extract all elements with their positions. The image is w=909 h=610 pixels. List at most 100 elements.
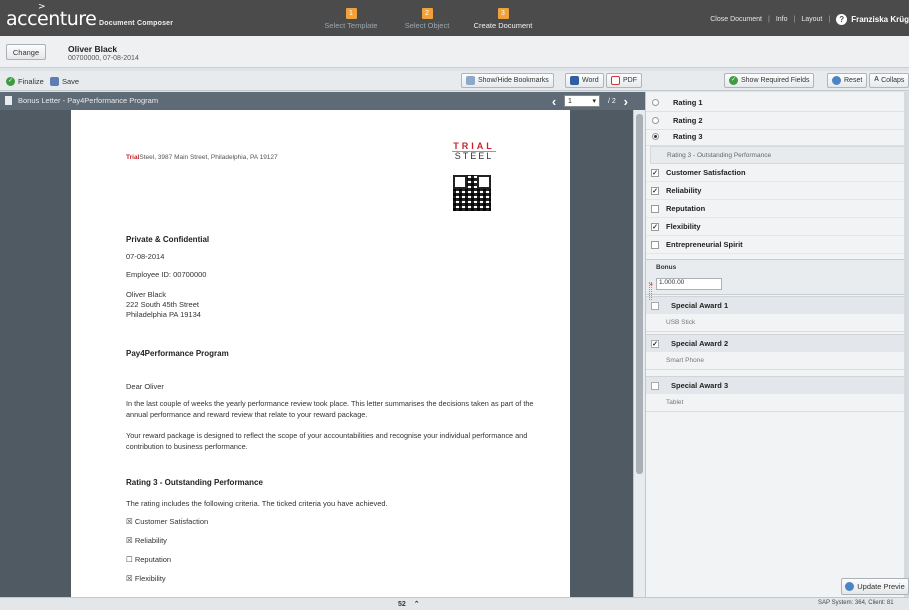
checkbox[interactable] [651, 381, 659, 390]
special-award-1[interactable]: Special Award 1 [646, 296, 904, 314]
user-help-icon[interactable]: ? [836, 13, 848, 25]
change-button[interactable]: Change [6, 44, 46, 60]
pdf-button[interactable]: PDF [606, 73, 642, 88]
app-header: > accenture Document Composer 1 Select T… [0, 0, 909, 36]
document-viewer[interactable]: TrialSteel, 3987 Main Street, Philadelph… [0, 110, 633, 597]
program-heading: Pay4Performance Program [126, 349, 229, 358]
letter-date: 07-08-2014 [126, 252, 165, 261]
show-hide-bookmarks-button[interactable]: Show/Hide Bookmarks [461, 73, 554, 88]
rating-text: The rating includes the following criter… [126, 499, 388, 508]
divider: | [828, 15, 831, 23]
special-award-3[interactable]: Special Award 3 [646, 376, 904, 394]
next-page-icon[interactable]: › [620, 94, 632, 109]
criteria-reliability[interactable]: ✓ Reliability [646, 182, 904, 200]
step-select-template[interactable]: 1 Select Template [314, 8, 388, 30]
scrollbar-thumb[interactable] [636, 114, 643, 474]
rating-option-3[interactable]: Rating 3 [646, 128, 904, 146]
rating-heading: Rating 3 - Outstanding Performance [126, 478, 263, 487]
document-page: TrialSteel, 3987 Main Street, Philadelph… [71, 110, 570, 597]
bonus-label: Bonus [656, 264, 677, 271]
chevron-down-icon: ▾ [592, 98, 596, 105]
addr-city: Philadelphia PA 19134 [126, 310, 201, 319]
user-name[interactable]: Franziska Krüg [851, 15, 909, 24]
checkbox[interactable]: ✓ [651, 339, 659, 348]
paragraph-1: In the last couple of weeks the yearly p… [126, 399, 534, 419]
criteria-item: ☒ Reliability [126, 536, 167, 545]
document-title: Bonus Letter - Pay4Performance Program [18, 96, 159, 105]
criteria-reputation[interactable]: Reputation [646, 200, 904, 218]
save-button[interactable]: Save [50, 74, 79, 88]
step-create-document[interactable]: 3 Create Document [464, 8, 542, 30]
addr-street: 222 South 45th Street [126, 300, 199, 309]
check-icon: ✓ [729, 76, 738, 85]
recipient-bar: Change Oliver Black 00700000, 07-08-2014 [0, 36, 909, 68]
checkbox[interactable]: ✓ [651, 186, 659, 195]
app-subtitle: Document Composer [99, 20, 174, 27]
special-award-2[interactable]: ✓ Special Award 2 [646, 334, 904, 352]
checkbox-icon: ☒ [126, 517, 133, 526]
recipient-name: Oliver Black [68, 44, 118, 54]
reset-button[interactable]: Reset [827, 73, 868, 88]
field-panel: Rating 1 Rating 2 Rating 3 Rating 3 - Ou… [645, 92, 904, 597]
collapse-button[interactable]: A Collaps [869, 73, 909, 88]
checkbox[interactable]: ✓ [651, 168, 659, 177]
layout-link[interactable]: Layout [801, 16, 822, 23]
rating-option-1[interactable]: Rating 1 [646, 94, 904, 112]
check-icon: ✓ [6, 76, 15, 86]
word-icon [570, 76, 579, 85]
special-award-1-item: USB Stick [646, 314, 904, 332]
checkbox-icon: ☒ [126, 574, 133, 583]
document-icon [5, 96, 12, 105]
radio-button[interactable] [652, 133, 659, 140]
page-select[interactable]: 1 ▾ [564, 95, 600, 107]
bonus-section: Bonus • 1.000.00 [646, 259, 904, 295]
refresh-icon [845, 582, 855, 591]
panel-scrollbar[interactable] [904, 92, 909, 597]
checkbox[interactable]: ✓ [651, 222, 659, 231]
info-link[interactable]: Info [776, 16, 788, 23]
header-actions: Close Document | Info | Layout | ? Franz… [710, 12, 909, 26]
checkbox[interactable] [651, 240, 659, 249]
employee-id: Employee ID: 00700000 [126, 270, 207, 279]
status-bar: 52 ⌃ SAP System: 364, Client: 81 [0, 597, 909, 610]
close-document-link[interactable]: Close Document [710, 16, 762, 23]
trial-steel-logo: TRIAL STEEL [452, 141, 496, 161]
pdf-icon [611, 76, 620, 85]
finalize-button[interactable]: ✓ Finalize [6, 74, 44, 88]
word-button[interactable]: Word [565, 73, 604, 88]
wizard-steps: 1 Select Template 2 Select Object 3 Crea… [314, 8, 544, 34]
show-required-fields-button[interactable]: ✓ Show Required Fields [724, 73, 815, 88]
collapse-up-icon[interactable]: ⌃ [414, 601, 420, 608]
criteria-customer-satisfaction[interactable]: ✓ Customer Satisfaction [646, 164, 904, 182]
bonus-input[interactable]: 1.000.00 [656, 278, 722, 290]
radio-button[interactable] [652, 99, 659, 106]
sender-address: TrialSteel, 3987 Main Street, Philadelph… [126, 154, 278, 161]
special-award-3-item: Tablet [646, 394, 904, 412]
system-info: SAP System: 364, Client: 81 [818, 600, 894, 606]
save-icon [50, 76, 59, 86]
criteria-flexibility[interactable]: ✓ Flexibility [646, 218, 904, 236]
logo-chevron-icon: > [38, 2, 46, 12]
criteria-item: ☐ Reputation [126, 555, 172, 564]
reset-icon [832, 76, 841, 85]
collapse-icon: A [874, 76, 880, 83]
addr-name: Oliver Black [126, 290, 167, 299]
special-award-2-item: Smart Phone [646, 352, 904, 370]
checkbox[interactable] [651, 301, 659, 310]
step-select-object[interactable]: 2 Select Object [394, 8, 460, 30]
criteria-item: ☒ Flexibility [126, 574, 166, 583]
accenture-logo: > accenture [6, 2, 97, 30]
recipient-meta: 00700000, 07-08-2014 [68, 55, 139, 62]
checkbox-icon: ☐ [126, 555, 133, 564]
checkbox[interactable] [651, 204, 659, 213]
panel-resize-handle[interactable] [649, 282, 652, 300]
page-navigator: ‹ 1 ▾ / 2 › [548, 94, 632, 109]
prev-page-icon[interactable]: ‹ [548, 94, 560, 109]
radio-button[interactable] [652, 117, 659, 124]
document-scrollbar[interactable] [633, 110, 645, 597]
paragraph-2: Your reward package is designed to refle… [126, 431, 528, 451]
criteria-entrepreneurial-spirit[interactable]: Entrepreneurial Spirit [646, 236, 904, 254]
rating-description: Rating 3 - Outstanding Performance [650, 146, 904, 164]
zoom-level[interactable]: 52 ⌃ [398, 600, 420, 608]
update-preview-button[interactable]: Update Previe [841, 578, 909, 595]
